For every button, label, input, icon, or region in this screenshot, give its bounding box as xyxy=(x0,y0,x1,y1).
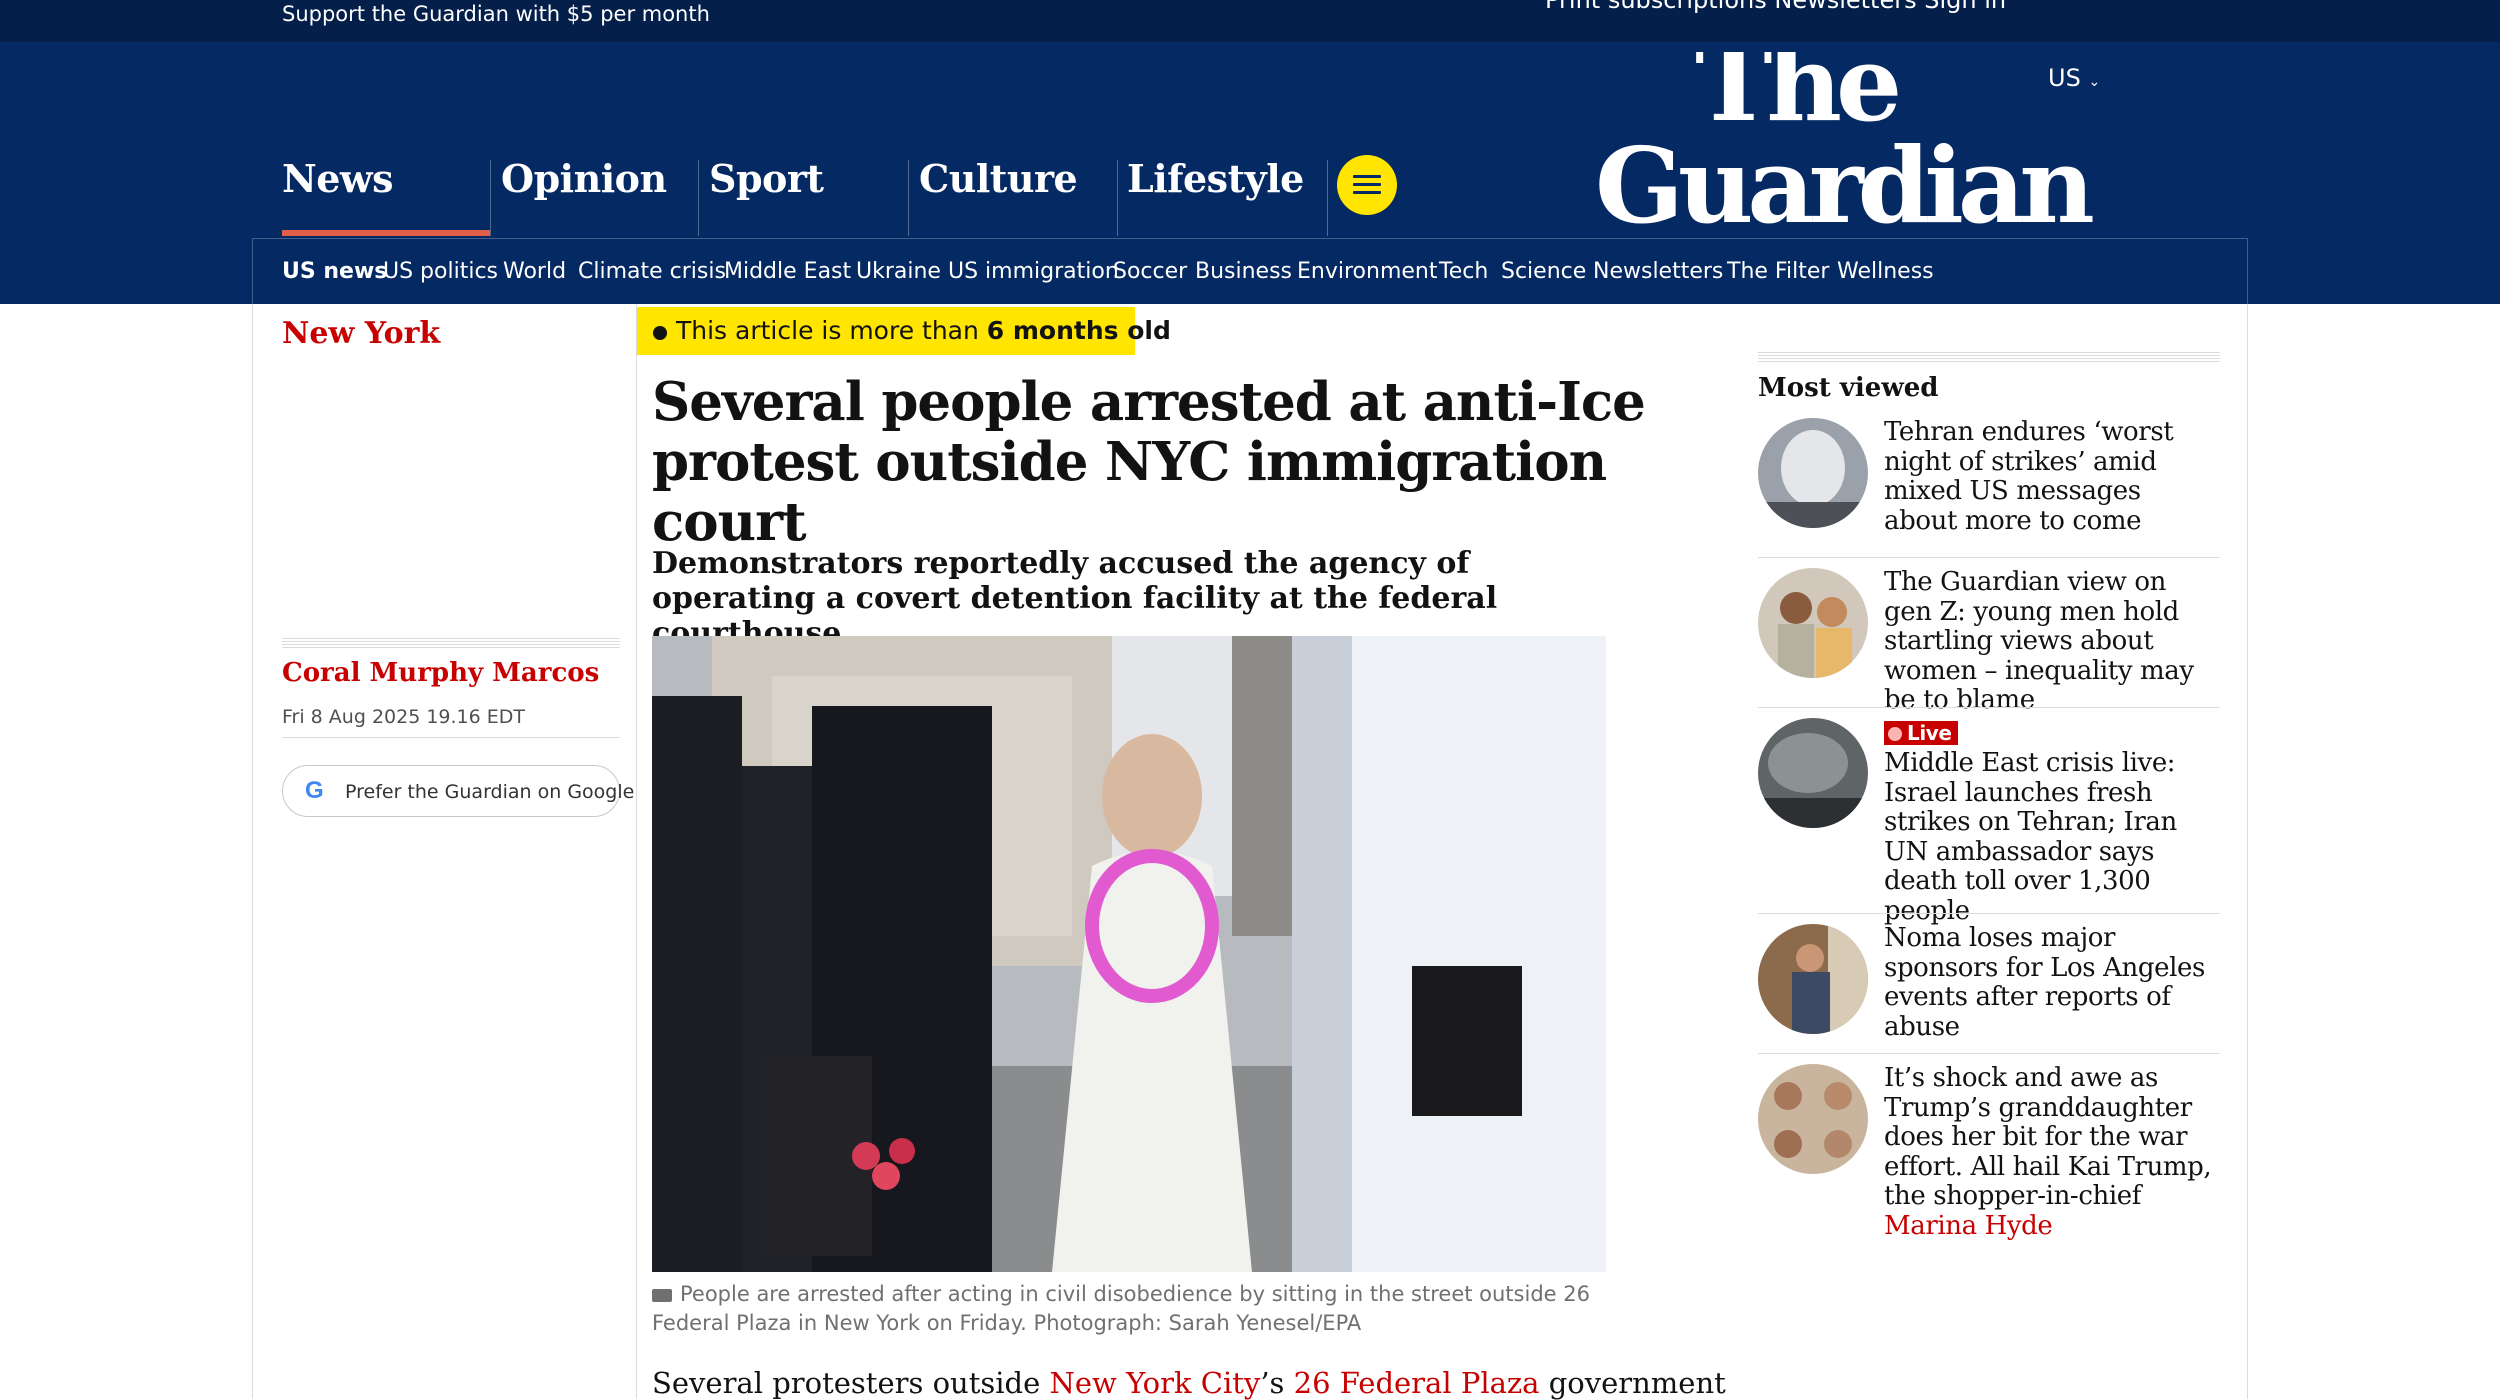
thumbnail-image xyxy=(1758,418,1868,528)
subnav-item-newsletters[interactable]: Newsletters xyxy=(1593,259,1723,284)
body-link-26-federal-plaza[interactable]: 26 Federal Plaza xyxy=(1294,1366,1540,1400)
thumbnail-image xyxy=(1758,718,1868,828)
thumbnail-image xyxy=(1758,1064,1868,1174)
subnav-item-world[interactable]: World xyxy=(503,259,566,284)
support-link[interactable]: Support the Guardian with $5 per month xyxy=(282,2,710,26)
camera-icon xyxy=(652,1289,672,1302)
subnav-item-science[interactable]: Science xyxy=(1501,259,1586,284)
article-main-photo[interactable] xyxy=(652,636,1606,1272)
subnav-item-soccer[interactable]: Soccer xyxy=(1113,259,1187,284)
subnav-item-environment[interactable]: Environment xyxy=(1297,259,1437,284)
most-viewed-author[interactable]: Marina Hyde xyxy=(1884,1211,2053,1241)
photo-caption: People are arrested after acting in civi… xyxy=(652,1280,1612,1338)
article-left-border xyxy=(636,304,637,1399)
most-viewed-divider xyxy=(1758,707,2220,708)
most-viewed-item[interactable]: Tehran endures ‘worst night of strikes’ … xyxy=(1758,417,2220,538)
subnav-item-middle-east[interactable]: Middle East xyxy=(724,259,851,284)
pillar-divider xyxy=(1117,160,1118,236)
most-viewed-rule xyxy=(1758,352,2220,362)
age-notice-text: This article is more than xyxy=(676,316,987,345)
google-icon: G xyxy=(305,777,324,804)
pillar-culture[interactable]: Culture xyxy=(908,112,1118,236)
subnav-item-business[interactable]: Business xyxy=(1195,259,1292,284)
pillar-divider xyxy=(908,160,909,236)
most-viewed-headline: It’s shock and awe as Trump’s granddaugh… xyxy=(1884,1063,2212,1211)
most-viewed-title: Most viewed xyxy=(1758,373,1939,403)
thumbnail-image xyxy=(1758,568,1868,678)
subnav-item-us-news[interactable]: US news xyxy=(282,259,387,284)
pillar-label: Culture xyxy=(919,156,1078,201)
pillar-label: Sport xyxy=(709,156,824,201)
subnav-item-tech[interactable]: Tech xyxy=(1439,259,1488,284)
support-bar: Support the Guardian with $5 per month P… xyxy=(0,0,2500,42)
body-text: Several protesters outside xyxy=(652,1366,1050,1400)
age-notice-strong: 6 months old xyxy=(986,316,1171,345)
body-text: ’s xyxy=(1260,1366,1294,1400)
pillar-label: News xyxy=(282,156,394,201)
most-viewed-headline: Noma loses major sponsors for Los Angele… xyxy=(1884,923,2205,1042)
subnav-item-ukraine[interactable]: Ukraine xyxy=(856,259,941,284)
body-text: government xyxy=(1539,1366,1726,1400)
most-viewed-item[interactable]: The Guardian view on gen Z: young men ho… xyxy=(1758,567,2220,715)
prefer-guardian-google-button[interactable]: G Prefer the Guardian on Google xyxy=(282,765,634,817)
pillar-lifestyle[interactable]: Lifestyle xyxy=(1117,112,1327,236)
top-utility-links[interactable]: Print subscriptions Newsletters Sign in xyxy=(1545,0,2006,14)
pillar-end-divider xyxy=(1327,112,1329,236)
most-viewed-headline: Tehran endures ‘worst night of strikes’ … xyxy=(1884,417,2174,536)
most-viewed-headline: The Guardian view on gen Z: young men ho… xyxy=(1884,567,2194,715)
frame-left-border xyxy=(252,304,253,1399)
pillar-divider xyxy=(490,160,491,236)
active-pillar-underline xyxy=(282,230,490,236)
subnav-item-us-politics[interactable]: US politics xyxy=(383,259,498,284)
most-viewed-item[interactable]: It’s shock and awe as Trump’s granddaugh… xyxy=(1758,1063,2220,1244)
pillar-label: Lifestyle xyxy=(1127,156,1304,201)
live-label: Live xyxy=(1907,721,1952,745)
most-viewed-item[interactable]: Noma loses major sponsors for Los Angele… xyxy=(1758,923,2220,1044)
most-viewed-headline: Middle East crisis live: Israel launches… xyxy=(1884,748,2177,926)
subnav-item-wellness[interactable]: Wellness xyxy=(1837,259,1934,284)
subnav-item-climate-crisis[interactable]: Climate crisis xyxy=(578,259,726,284)
publish-date: Fri 8 Aug 2025 19.16 EDT xyxy=(282,706,526,728)
pillar-divider xyxy=(1327,160,1328,236)
google-button-label: Prefer the Guardian on Google xyxy=(345,781,635,803)
caption-text: People are arrested after acting in civi… xyxy=(652,1282,1590,1335)
most-viewed-headline-block: Live Middle East crisis live: Israel lau… xyxy=(1884,718,2220,926)
section-kicker[interactable]: New York xyxy=(282,316,440,351)
author-byline[interactable]: Coral Murphy Marcos xyxy=(282,658,599,688)
clock-icon xyxy=(653,326,667,340)
live-dot-icon xyxy=(1888,727,1902,741)
body-link-new-york-city[interactable]: New York City xyxy=(1049,1366,1260,1400)
most-viewed-item[interactable]: Live Middle East crisis live: Israel lau… xyxy=(1758,718,2220,925)
sub-navigation: US news US politics World Climate crisis… xyxy=(252,238,2248,304)
most-viewed-divider xyxy=(1758,1053,2220,1054)
pillar-label: Opinion xyxy=(501,156,667,201)
article-headline: Several people arrested at anti-Ice prot… xyxy=(652,371,1646,553)
byline-rule xyxy=(282,638,620,648)
guardian-logo[interactable]: The Guardian xyxy=(1595,52,2095,232)
live-badge: Live xyxy=(1884,721,1958,745)
most-viewed-divider xyxy=(1758,913,2220,914)
subnav-item-us-immigration[interactable]: US immigration xyxy=(948,259,1119,284)
most-viewed-headline-block: It’s shock and awe as Trump’s granddaugh… xyxy=(1884,1063,2220,1241)
meta-divider xyxy=(282,737,620,738)
article-body-first-line: Several protesters outside New York City… xyxy=(652,1366,1726,1400)
frame-right-border xyxy=(2247,304,2248,1399)
thumbnail-image xyxy=(1758,924,1868,1034)
main-menu-button[interactable] xyxy=(1337,155,1397,215)
pillar-divider xyxy=(698,160,699,236)
pillar-news[interactable]: News xyxy=(282,112,492,236)
article-age-notice: This article is more than 6 months old xyxy=(637,307,1171,355)
subnav-item-the-filter[interactable]: The Filter xyxy=(1727,259,1829,284)
pillar-opinion[interactable]: Opinion xyxy=(490,112,700,236)
logo-line-2: Guardian xyxy=(1595,124,2093,232)
most-viewed-divider xyxy=(1758,557,2220,558)
pillar-sport[interactable]: Sport xyxy=(698,112,908,236)
